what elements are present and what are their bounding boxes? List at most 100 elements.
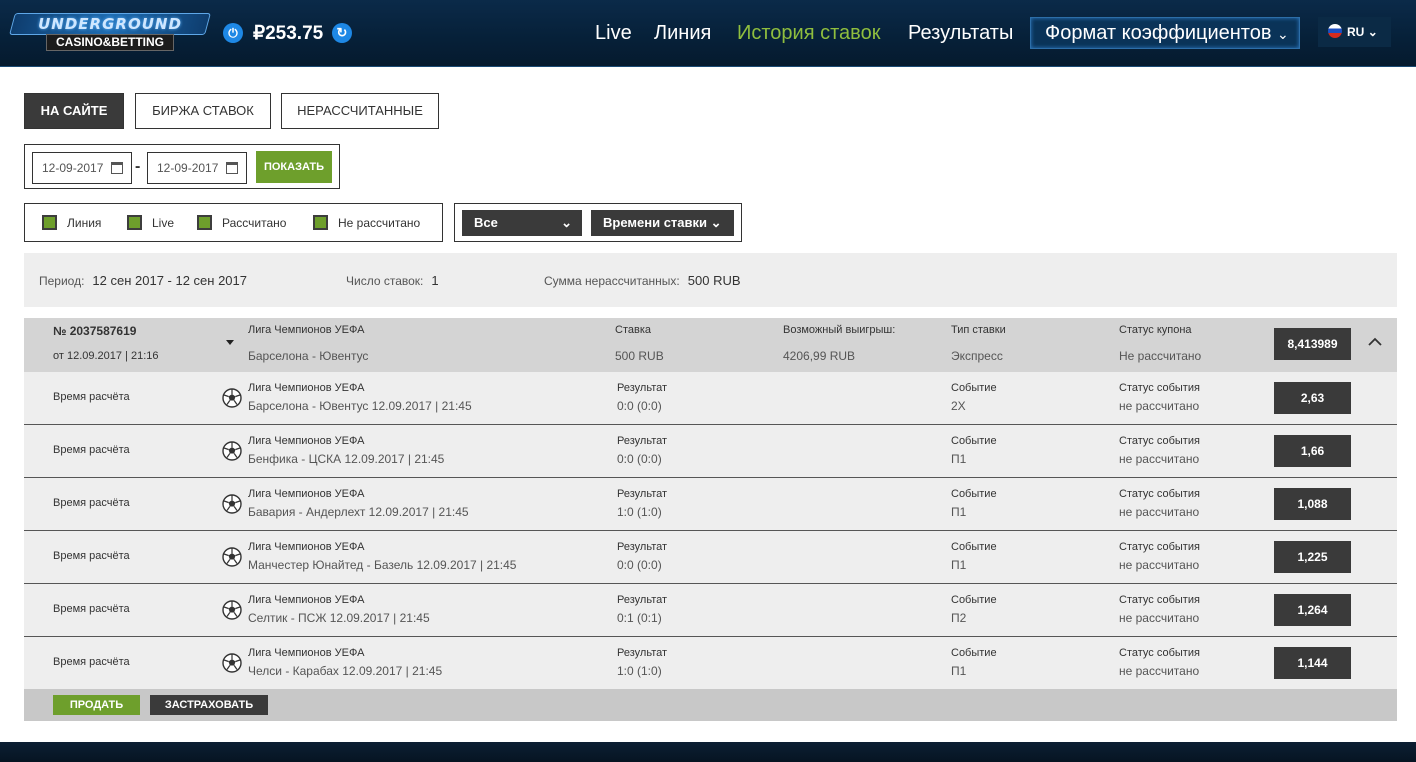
sort-select-value: Времени ставки (603, 215, 708, 230)
event-label: Событие (951, 594, 997, 606)
result-label: Результат (617, 382, 668, 394)
result-label: Результат (617, 435, 668, 447)
show-button[interactable]: ПОКАЗАТЬ (256, 151, 332, 183)
event-odds: 1,088 (1274, 488, 1351, 520)
top-header: UNDERGROUND CASINO&BETTING ⏻ ₽253.75 ↻ L… (0, 0, 1416, 67)
period-value: 12 сен 2017 - 12 сен 2017 (92, 273, 247, 288)
date-to-input[interactable]: 12-09-2017 (147, 152, 247, 184)
sort-filters: Все ⌄ Времени ставки ⌄ (454, 203, 742, 242)
event-status-value: не рассчитано (1119, 399, 1200, 413)
result-label: Результат (617, 541, 668, 553)
filter-unsettled-label: Не рассчитано (338, 216, 421, 230)
event-value: 2X (951, 399, 966, 413)
event-status-label: Статус события (1119, 541, 1200, 553)
event-label: Событие (951, 382, 997, 394)
nav-history[interactable]: История ставок (737, 22, 880, 45)
filter-unsettled[interactable]: Не рассчитано (313, 215, 420, 231)
date-filter: 12-09-2017 - 12-09-2017 ПОКАЗАТЬ (24, 144, 340, 189)
russia-flag-icon (1328, 24, 1342, 38)
result-label: Результат (617, 594, 668, 606)
checkbox[interactable] (42, 215, 57, 230)
coupon-league: Лига Чемпионов УЕФА (248, 324, 365, 336)
tab-unsettled[interactable]: НЕРАССЧИТАННЫЕ (281, 93, 439, 129)
event-match: Бенфика - ЦСКА 12.09.2017 | 21:45 (248, 452, 445, 466)
nav-line[interactable]: Линия (654, 22, 711, 45)
coupon-actions: ПРОДАТЬ ЗАСТРАХОВАТЬ (24, 689, 1397, 721)
bet-type-label: Тип ставки (951, 324, 1006, 336)
event-value: П2 (951, 611, 967, 625)
checkbox[interactable] (313, 215, 328, 230)
event-odds: 1,225 (1274, 541, 1351, 573)
checkbox[interactable] (197, 215, 212, 230)
language-label: RU (1347, 25, 1365, 39)
unsettled-sum: Сумма нерассчитанных: 500 RUB (544, 273, 741, 288)
event-status-label: Статус события (1119, 382, 1200, 394)
event-league: Лига Чемпионов УЕФА (248, 541, 365, 553)
refresh-icon[interactable]: ↻ (332, 23, 352, 43)
event-row: Время расчёта Лига Чемпионов УЕФА Барсел… (24, 372, 1397, 425)
language-selector[interactable]: RU ⌄ (1318, 17, 1391, 47)
filter-settled[interactable]: Рассчитано (197, 215, 286, 231)
settle-time-label: Время расчёта (53, 550, 130, 562)
period-label: Период: (39, 274, 85, 288)
bet-count-label: Число ставок: (346, 274, 424, 288)
balance: ₽253.75 (253, 23, 324, 44)
event-status-value: не рассчитано (1119, 664, 1200, 678)
event-status-value: не рассчитано (1119, 611, 1200, 625)
bet-type-value: Экспресс (951, 349, 1003, 363)
nav-results[interactable]: Результаты (908, 22, 1013, 45)
calendar-icon[interactable] (111, 162, 123, 174)
settle-time-label: Время расчёта (53, 497, 130, 509)
coupon-number: № 2037587619 (53, 324, 137, 338)
site-logo[interactable]: UNDERGROUND CASINO&BETTING (9, 13, 211, 51)
tab-exchange[interactable]: БИРЖА СТАВОК (135, 93, 271, 129)
date-from-input[interactable]: 12-09-2017 (32, 152, 132, 184)
event-match: Барселона - Ювентус 12.09.2017 | 21:45 (248, 399, 472, 413)
filter-line[interactable]: Линия (42, 215, 101, 231)
period: Период: 12 сен 2017 - 12 сен 2017 (39, 273, 247, 288)
event-label: Событие (951, 435, 997, 447)
nav-live[interactable]: Live (595, 22, 632, 45)
checkbox[interactable] (127, 215, 142, 230)
settle-time-label: Время расчёта (53, 603, 130, 615)
status-filters: Линия Live Рассчитано Не рассчитано (24, 203, 443, 242)
event-league: Лига Чемпионов УЕФА (248, 382, 365, 394)
bet-count: Число ставок: 1 (346, 273, 439, 288)
event-value: П1 (951, 558, 967, 572)
event-row: Время расчёта Лига Чемпионов УЕФА Селтик… (24, 584, 1397, 637)
event-odds: 1,144 (1274, 647, 1351, 679)
chevron-down-icon: ⌄ (1367, 25, 1378, 39)
event-odds: 2,63 (1274, 382, 1351, 414)
type-select[interactable]: Все ⌄ (462, 210, 582, 236)
event-odds: 1,66 (1274, 435, 1351, 467)
sort-select[interactable]: Времени ставки ⌄ (591, 210, 734, 236)
result-label: Результат (617, 647, 668, 659)
date-from-value: 12-09-2017 (42, 161, 104, 175)
football-icon (222, 600, 242, 620)
sell-button[interactable]: ПРОДАТЬ (53, 695, 140, 715)
filter-settled-label: Рассчитано (222, 216, 287, 230)
total-odds: 8,413989 (1274, 328, 1351, 360)
football-icon (222, 547, 242, 567)
chevron-down-icon: ⌄ (561, 215, 572, 230)
stake-label: Ставка (615, 324, 651, 336)
power-icon[interactable]: ⏻ (223, 23, 243, 43)
event-value: П1 (951, 664, 967, 678)
page-footer-band (0, 742, 1416, 762)
event-match: Бавария - Андерлехт 12.09.2017 | 21:45 (248, 505, 469, 519)
coupon-status-value: Не рассчитано (1119, 349, 1202, 363)
tab-on-site[interactable]: НА САЙТЕ (24, 93, 124, 129)
caret-down-icon[interactable] (226, 340, 234, 345)
event-row: Время расчёта Лига Чемпионов УЕФА Бенфик… (24, 425, 1397, 478)
filter-live[interactable]: Live (127, 215, 174, 231)
settle-time-label: Время расчёта (53, 391, 130, 403)
calendar-icon[interactable] (226, 162, 238, 174)
filter-line-label: Линия (67, 216, 102, 230)
odds-format-dropdown[interactable]: Формат коэффициентов ⌄ (1030, 17, 1300, 49)
bet-count-value: 1 (431, 273, 439, 288)
event-league: Лига Чемпионов УЕФА (248, 594, 365, 606)
event-value: П1 (951, 452, 967, 466)
insure-button[interactable]: ЗАСТРАХОВАТЬ (150, 695, 268, 715)
chevron-up-icon[interactable] (1367, 334, 1383, 350)
coupon-header[interactable]: № 2037587619 от 12.09.2017 | 21:16 Лига … (24, 318, 1397, 372)
